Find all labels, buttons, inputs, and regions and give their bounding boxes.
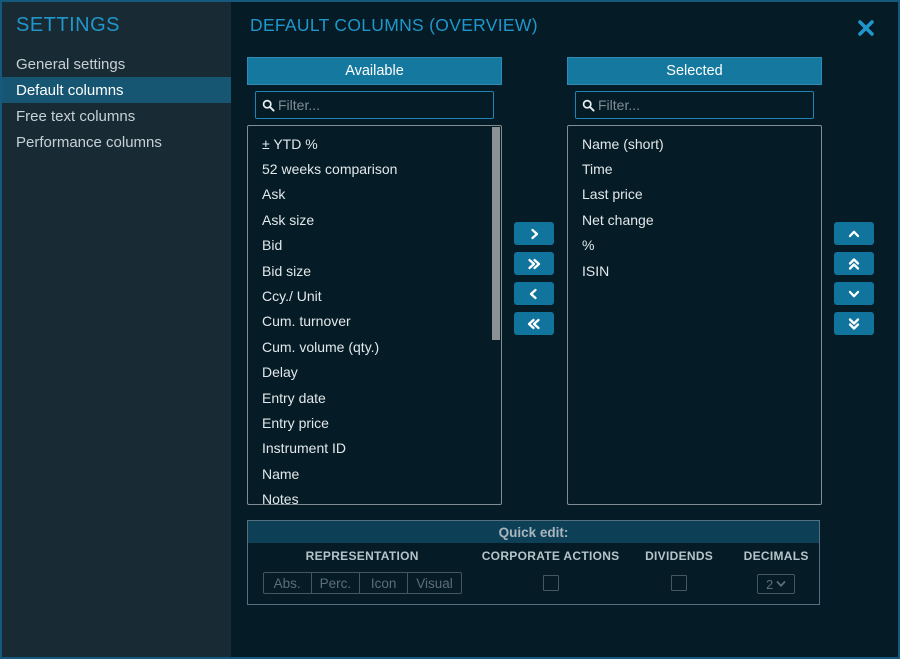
settings-dialog: SETTINGS General settings Default column… — [0, 0, 900, 659]
selected-list-item[interactable]: Name (short) — [568, 131, 821, 156]
search-icon — [262, 99, 275, 112]
representation-option-button[interactable]: Icon — [359, 572, 408, 594]
decimals-group: DECIMALS 2 — [733, 549, 819, 604]
dividends-group: DIVIDENDS — [625, 549, 733, 604]
available-list-item[interactable]: Name — [248, 461, 501, 486]
move-down-button[interactable] — [834, 282, 874, 305]
search-icon — [582, 99, 595, 112]
sidebar-item[interactable]: Performance columns — [2, 129, 231, 155]
reorder-buttons — [834, 222, 874, 335]
move-up-button[interactable] — [834, 222, 874, 245]
available-list-item[interactable]: Bid — [248, 233, 501, 258]
sidebar-item[interactable]: Free text columns — [2, 103, 231, 129]
close-icon — [856, 18, 876, 38]
available-list-item[interactable]: Instrument ID — [248, 436, 501, 461]
decimals-select[interactable]: 2 — [757, 574, 795, 594]
selected-panel-header: Selected — [567, 57, 822, 85]
available-list-item[interactable]: Bid size — [248, 258, 501, 283]
chevron-left-icon — [528, 288, 540, 300]
double-chevron-down-icon — [848, 317, 860, 331]
representation-label: REPRESENTATION — [306, 549, 419, 563]
selected-list-item[interactable]: ISIN — [568, 258, 821, 283]
available-filter[interactable] — [255, 91, 494, 119]
scrollbar-thumb[interactable] — [492, 127, 500, 340]
selected-filter-input[interactable] — [598, 97, 807, 113]
sidebar: SETTINGS General settings Default column… — [2, 2, 231, 657]
selected-list: Name (short)TimeLast priceNet change%ISI… — [567, 125, 822, 505]
available-list-item[interactable]: Notes — [248, 486, 501, 505]
close-button[interactable] — [854, 16, 878, 40]
sidebar-item-label: Performance columns — [16, 134, 162, 151]
page-title: DEFAULT COLUMNS (OVERVIEW) — [250, 15, 538, 36]
sidebar-item[interactable]: General settings — [2, 51, 231, 77]
sidebar-nav: General settings Default columns Free te… — [2, 51, 231, 155]
sidebar-item-label: General settings — [16, 56, 125, 73]
decimals-label: DECIMALS — [744, 549, 809, 563]
selected-list-item[interactable]: Last price — [568, 182, 821, 207]
available-scrollbar[interactable] — [492, 127, 500, 503]
sidebar-item-label: Default columns — [16, 82, 124, 99]
double-chevron-up-icon — [848, 257, 860, 271]
chevron-up-icon — [848, 228, 860, 240]
available-panel: Available ± YTD %52 weeks comparisonAskA… — [247, 57, 502, 505]
selected-list-item[interactable]: % — [568, 233, 821, 258]
available-panel-header: Available — [247, 57, 502, 85]
available-list-item[interactable]: 52 weeks comparison — [248, 156, 501, 181]
corporate-actions-checkbox[interactable] — [543, 575, 559, 591]
available-list-item[interactable]: Ccy./ Unit — [248, 283, 501, 308]
selected-filter[interactable] — [575, 91, 814, 119]
double-chevron-right-icon — [527, 258, 541, 270]
chevron-down-icon — [848, 288, 860, 300]
move-all-right-button[interactable] — [514, 252, 554, 275]
sidebar-item-label: Free text columns — [16, 108, 135, 125]
representation-option-button[interactable]: Abs. — [263, 572, 312, 594]
move-top-button[interactable] — [834, 252, 874, 275]
quick-edit-title: Quick edit: — [248, 521, 819, 543]
selected-panel: Selected Name (short)TimeLast priceNet c… — [567, 57, 822, 505]
representation-option-button[interactable]: Perc. — [311, 572, 361, 594]
corporate-actions-label: CORPORATE ACTIONS — [482, 549, 620, 563]
selected-list-item[interactable]: Time — [568, 156, 821, 181]
transfer-buttons — [514, 222, 554, 335]
available-filter-input[interactable] — [278, 97, 487, 113]
move-all-left-button[interactable] — [514, 312, 554, 335]
selected-list-item[interactable]: Net change — [568, 207, 821, 232]
available-list-item[interactable]: Delay — [248, 360, 501, 385]
decimals-value: 2 — [766, 577, 773, 592]
available-list-item[interactable]: Cum. turnover — [248, 309, 501, 334]
quick-edit-panel: Quick edit: REPRESENTATION Abs.Perc.Icon… — [247, 520, 820, 605]
chevron-down-icon — [776, 580, 786, 588]
sidebar-title: SETTINGS — [2, 2, 231, 51]
move-right-button[interactable] — [514, 222, 554, 245]
dividends-label: DIVIDENDS — [645, 549, 713, 563]
available-list: ± YTD %52 weeks comparisonAskAsk sizeBid… — [247, 125, 502, 505]
move-left-button[interactable] — [514, 282, 554, 305]
representation-option-button[interactable]: Visual — [407, 572, 462, 594]
dividends-checkbox[interactable] — [671, 575, 687, 591]
available-list-item[interactable]: Cum. volume (qty.) — [248, 334, 501, 359]
available-list-item[interactable]: ± YTD % — [248, 131, 501, 156]
available-list-item[interactable]: Entry price — [248, 410, 501, 435]
move-bottom-button[interactable] — [834, 312, 874, 335]
double-chevron-left-icon — [527, 318, 541, 330]
representation-group: REPRESENTATION Abs.Perc.IconVisual — [248, 549, 476, 604]
available-list-item[interactable]: Entry date — [248, 385, 501, 410]
available-list-item[interactable]: Ask size — [248, 207, 501, 232]
available-list-item[interactable]: Ask — [248, 182, 501, 207]
sidebar-item[interactable]: Default columns — [2, 77, 231, 103]
quick-edit-controls: REPRESENTATION Abs.Perc.IconVisual CORPO… — [248, 543, 819, 604]
chevron-right-icon — [528, 228, 540, 240]
corporate-actions-group: CORPORATE ACTIONS — [476, 549, 624, 604]
